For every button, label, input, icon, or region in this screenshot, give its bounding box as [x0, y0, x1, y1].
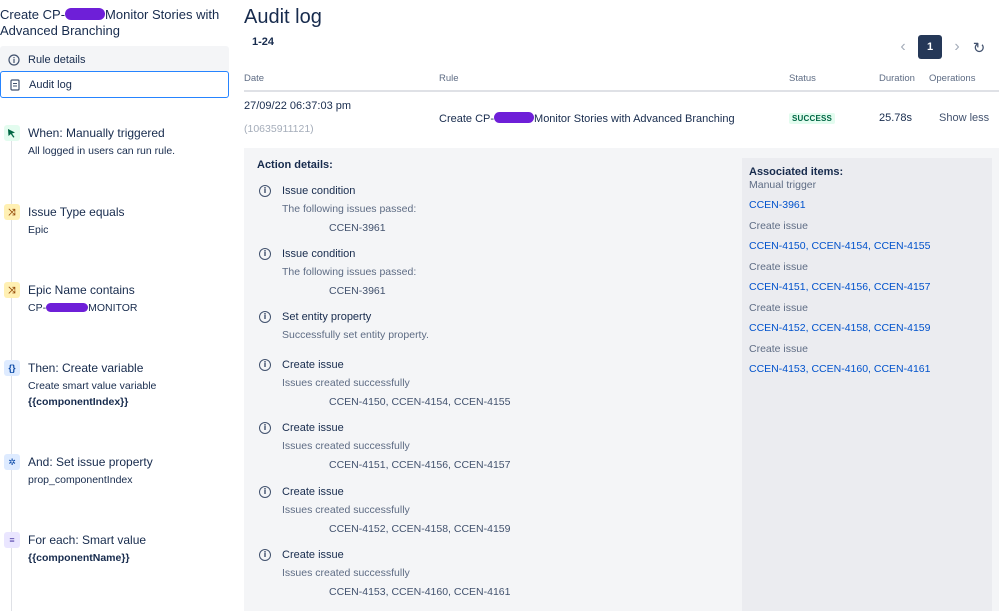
info-icon: i — [259, 549, 271, 561]
audit-log-panel: Audit log 1-24 ‹ 1 › ↻ Date Rule Status … — [244, 0, 999, 611]
rule-title: Create CP- Monitor Stories with Advanced … — [0, 7, 232, 39]
cursor-click-icon — [4, 125, 20, 141]
row-duration: 25.78s — [879, 112, 913, 124]
associated-issue-links[interactable]: CCEN-4153, CCEN-4160, CCEN-4161 — [749, 363, 931, 375]
action-details-panel: Action details: i Issue condition The fo… — [244, 148, 999, 611]
column-header-status[interactable]: Status — [789, 73, 816, 84]
action-message: Issues created successfully — [282, 377, 410, 389]
component-value: {{componentIndex}} — [28, 396, 129, 408]
component-title: For each: Smart value — [28, 533, 147, 547]
action-message: The following issues passed: — [282, 266, 417, 278]
info-icon: i — [259, 359, 271, 371]
pagination: ‹ 1 › — [894, 35, 966, 59]
nav-rule-details[interactable]: Rule details — [0, 46, 229, 73]
associated-items-heading: Associated items: — [749, 166, 844, 178]
rule-title-prefix: Create CP- — [0, 7, 66, 22]
shuffle-icon: ⤨ — [4, 282, 20, 298]
nav-rule-details-label: Rule details — [28, 53, 86, 66]
component-title: Then: Create variable — [28, 361, 144, 375]
action-message: The following issues passed: — [282, 203, 417, 215]
sidebar: Create CP- Monitor Stories with Advanced … — [0, 0, 232, 611]
component-title: And: Set issue property — [28, 455, 153, 469]
shuffle-icon: ⤨ — [4, 204, 20, 220]
info-icon: i — [259, 422, 271, 434]
action-details-heading: Action details: — [257, 159, 333, 171]
column-header-rule[interactable]: Rule — [439, 73, 459, 84]
divider — [244, 90, 999, 92]
component-description: Create smart value variable — [28, 380, 157, 392]
page-title: Audit log — [244, 6, 322, 28]
gear-icon: ✲ — [4, 454, 20, 470]
status-badge: SUCCESS — [789, 113, 836, 124]
component-title: When: Manually triggered — [28, 126, 165, 140]
action-message: Successfully set entity property. — [282, 329, 429, 341]
info-icon: i — [259, 311, 271, 323]
list-icon: ≡ — [4, 532, 20, 548]
action-name: Set entity property — [282, 311, 372, 323]
row-rule-name: Create CP- Monitor Stories with Advanced … — [439, 112, 735, 125]
associated-issue-links[interactable]: CCEN-4151, CCEN-4156, CCEN-4157 — [749, 281, 931, 293]
info-icon — [8, 53, 20, 66]
nav-audit-log[interactable]: Audit log — [0, 71, 229, 98]
show-less-link[interactable]: Show less — [939, 112, 989, 124]
desc-suffix: MONITOR — [88, 302, 138, 314]
nav-audit-log-label: Audit log — [29, 78, 72, 91]
desc-prefix: CP- — [28, 302, 47, 314]
result-range: 1-24 — [252, 36, 275, 48]
chevron-left-icon[interactable]: ‹ — [894, 36, 912, 58]
associated-issue-links[interactable]: CCEN-3961 — [749, 199, 806, 211]
component-value: {{componentName}} — [28, 552, 130, 564]
column-header-date[interactable]: Date — [244, 73, 264, 84]
action-message: Issues created successfully — [282, 504, 410, 516]
document-icon — [9, 78, 21, 91]
action-issue-keys: CCEN-3961 — [329, 285, 386, 297]
associated-group-label: Create issue — [749, 220, 808, 232]
action-message: Issues created successfully — [282, 440, 410, 452]
action-name: Create issue — [282, 359, 344, 371]
action-issue-keys: CCEN-4152, CCEN-4158, CCEN-4159 — [329, 523, 511, 535]
redaction-mark — [494, 112, 535, 123]
associated-group-label: Create issue — [749, 302, 808, 314]
component-description: CP- MONITOR — [28, 302, 137, 314]
info-icon: i — [259, 486, 271, 498]
action-issue-keys: CCEN-3961 — [329, 222, 386, 234]
braces-icon: {} — [4, 360, 20, 376]
action-name: Issue condition — [282, 248, 356, 260]
action-name: Create issue — [282, 422, 344, 434]
action-name: Issue condition — [282, 185, 356, 197]
rule-title-line2: Advanced Branching — [0, 23, 120, 38]
action-name: Create issue — [282, 549, 344, 561]
info-icon: i — [259, 248, 271, 260]
row-execution-id: (10635911121) — [244, 123, 314, 135]
component-description: prop_componentIndex — [28, 474, 133, 486]
page-button-current[interactable]: 1 — [918, 35, 942, 59]
associated-items-panel: Associated items: Manual trigger CCEN-39… — [742, 158, 992, 611]
associated-group-label: Manual trigger — [749, 179, 817, 191]
associated-issue-links[interactable]: CCEN-4150, CCEN-4154, CCEN-4155 — [749, 240, 931, 252]
associated-issue-links[interactable]: CCEN-4152, CCEN-4158, CCEN-4159 — [749, 322, 931, 334]
associated-group-label: Create issue — [749, 343, 808, 355]
refresh-icon[interactable]: ↻ — [970, 39, 988, 57]
redaction-mark — [65, 8, 106, 20]
action-name: Create issue — [282, 486, 344, 498]
row-date: 27/09/22 06:37:03 pm — [244, 100, 352, 112]
rule-name-prefix: Create CP- — [439, 113, 495, 125]
action-message: Issues created successfully — [282, 567, 410, 579]
component-title: Issue Type equals — [28, 205, 125, 219]
component-title: Epic Name contains — [28, 283, 135, 297]
action-issue-keys: CCEN-4153, CCEN-4160, CCEN-4161 — [329, 586, 511, 598]
redaction-mark — [46, 303, 89, 312]
action-issue-keys: CCEN-4151, CCEN-4156, CCEN-4157 — [329, 459, 511, 471]
column-header-operations: Operations — [929, 73, 976, 84]
action-issue-keys: CCEN-4150, CCEN-4154, CCEN-4155 — [329, 396, 511, 408]
associated-group-label: Create issue — [749, 261, 808, 273]
component-description: Epic — [28, 224, 49, 236]
chevron-right-icon[interactable]: › — [948, 36, 966, 58]
rule-name-suffix: Monitor Stories with Advanced Branching — [534, 113, 735, 125]
rule-title-suffix: Monitor Stories with — [105, 7, 220, 22]
info-icon: i — [259, 185, 271, 197]
column-header-duration[interactable]: Duration — [879, 73, 915, 84]
component-description: All logged in users can run rule. — [28, 145, 176, 157]
